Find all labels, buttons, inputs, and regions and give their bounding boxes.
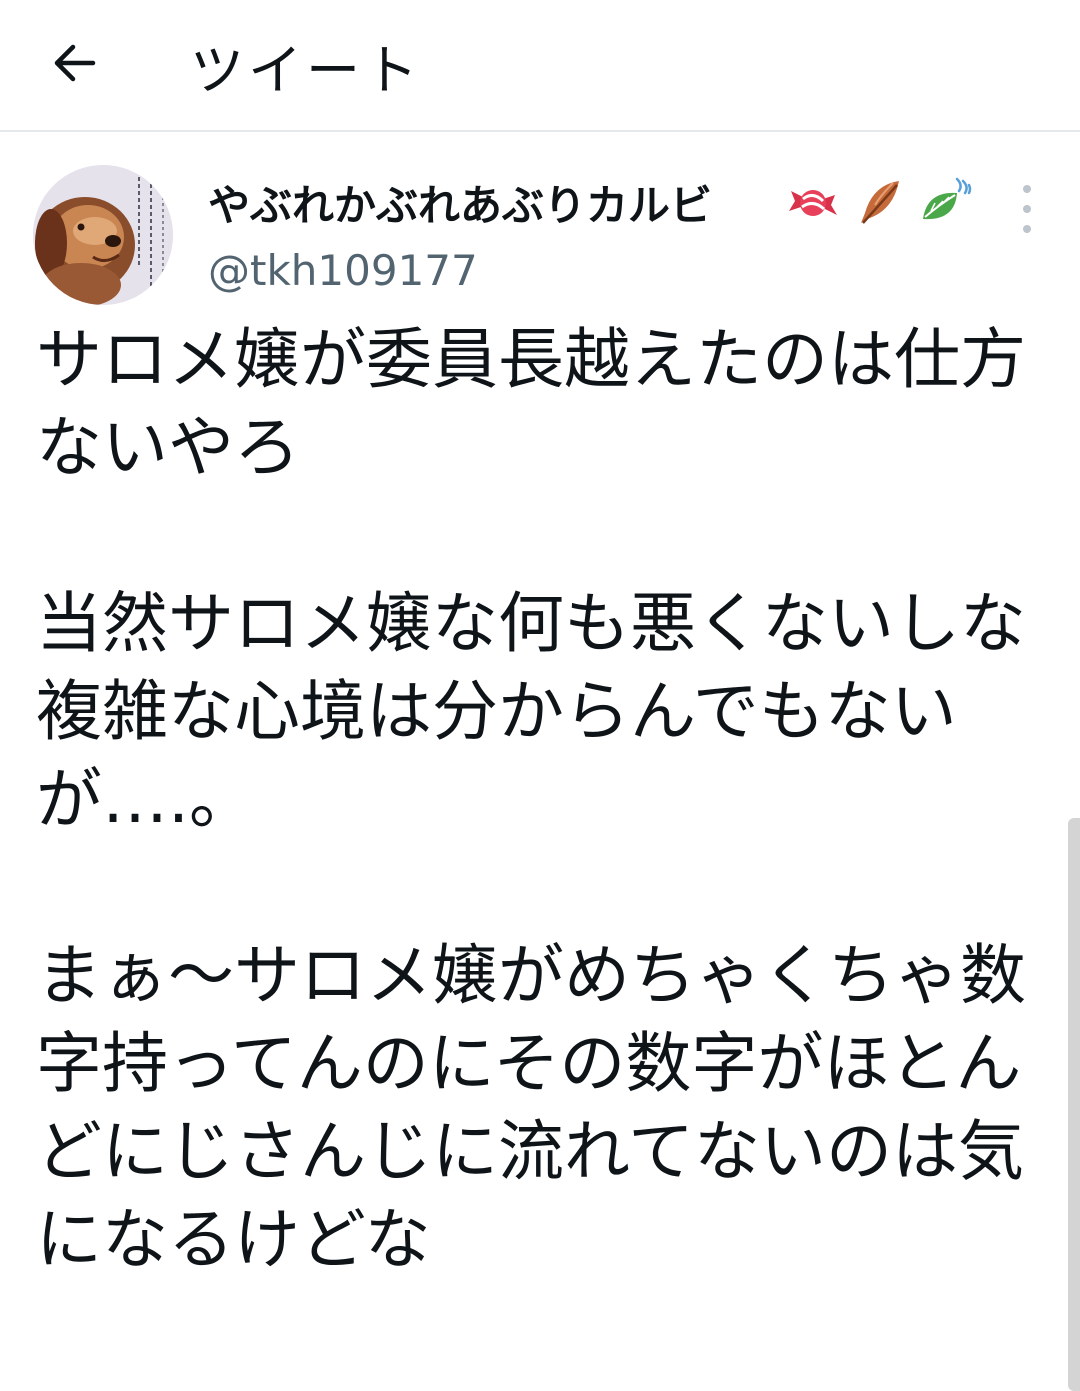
scrollbar[interactable]	[1068, 818, 1080, 1391]
more-vertical-icon	[1023, 185, 1031, 193]
top-bar: ツイート	[0, 0, 1080, 132]
avatar[interactable]	[33, 165, 173, 305]
more-options-button[interactable]	[1010, 185, 1044, 233]
arrow-left-icon	[54, 44, 96, 82]
dog-avatar	[33, 165, 173, 305]
leaf-emoji	[917, 175, 973, 231]
tweet-body: サロメ嬢が委員長越えたのは仕方ないやろ 当然サロメ嬢な何も悪くないしな 複雑な心…	[36, 316, 1026, 1284]
profile-badges	[785, 175, 973, 231]
feather-emoji	[851, 175, 907, 231]
display-name[interactable]: やぶれかぶれあぶりカルビ	[208, 172, 712, 233]
back-button[interactable]	[44, 38, 104, 88]
more-dot	[1023, 205, 1031, 213]
page-title: ツイート	[190, 39, 422, 102]
candy-emoji	[785, 175, 841, 231]
tweet-paragraph: 複雑な心境は分からんでもないが….。	[36, 673, 957, 838]
tweet-paragraph: サロメ嬢が委員長越えたのは仕方ないやろ	[36, 321, 1026, 486]
tweet-paragraph: 当然サロメ嬢な何も悪くないしな	[36, 585, 1026, 662]
tweet-paragraph: まぁ〜サロメ嬢がめちゃくちゃ数字持ってんのにその数字がほとんどにじさんじに流れて…	[36, 937, 1026, 1278]
more-dot	[1023, 225, 1031, 233]
user-handle[interactable]: @tkh109177	[208, 246, 478, 295]
